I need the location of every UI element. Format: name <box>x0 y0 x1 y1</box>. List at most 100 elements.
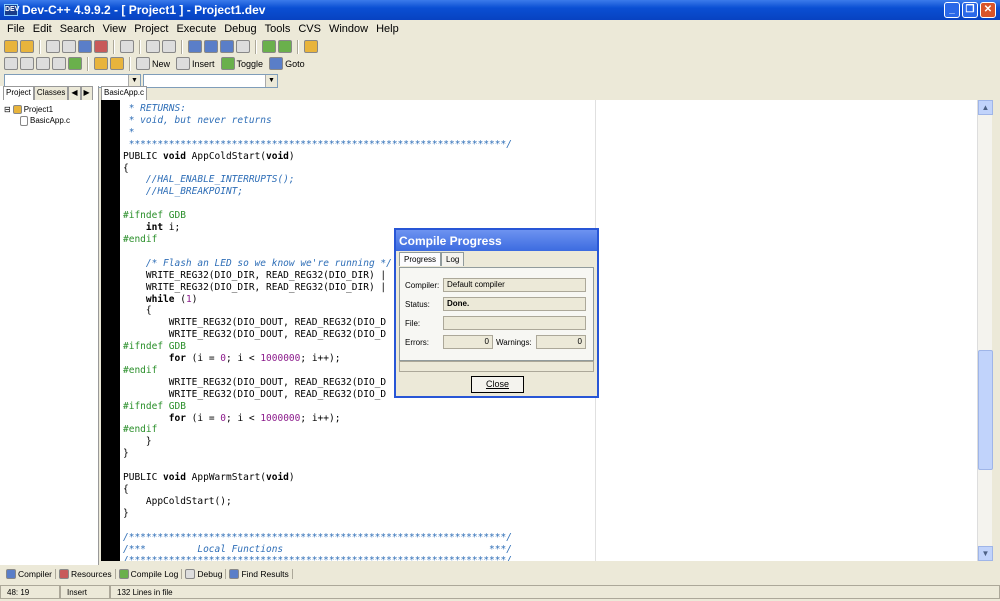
menu-help[interactable]: Help <box>372 23 403 35</box>
find-next-icon[interactable] <box>220 40 234 53</box>
errors-value: 0 <box>443 335 493 349</box>
tab-log[interactable]: Log <box>441 252 465 266</box>
status-value: Done. <box>443 297 586 311</box>
redo-icon[interactable] <box>162 40 176 53</box>
tab-project[interactable]: Project <box>3 86 34 100</box>
undo-icon[interactable] <box>146 40 160 53</box>
errors-label: Errors: <box>405 337 429 347</box>
menu-window[interactable]: Window <box>325 23 372 35</box>
left-tabs: Project Classes ◀ ▶ <box>3 86 93 100</box>
compile-log-icon <box>118 569 129 579</box>
menu-debug[interactable]: Debug <box>220 23 260 35</box>
status-label: Status: <box>405 299 430 309</box>
menu-search[interactable]: Search <box>56 23 99 35</box>
status-bar: 48: 19 Insert 132 Lines in file <box>0 585 1000 601</box>
toggle-button[interactable]: Toggle <box>220 57 264 70</box>
menu-cvs[interactable]: CVS <box>294 23 325 35</box>
tab-basicapp[interactable]: BasicApp.c <box>101 86 148 100</box>
open-file-icon[interactable] <box>20 40 34 53</box>
about-icon[interactable] <box>110 57 124 70</box>
status-mode: Insert <box>60 585 110 599</box>
menu-execute[interactable]: Execute <box>172 23 220 35</box>
secondary-toolbar: New Insert Toggle Goto <box>0 55 309 72</box>
dialog-title: Compile Progress <box>396 230 597 251</box>
scroll-thumb[interactable] <box>978 350 993 470</box>
help-icon[interactable] <box>94 57 108 70</box>
close-window-button[interactable]: ✕ <box>980 2 996 18</box>
compile-icon[interactable] <box>4 57 18 70</box>
toggle-icon <box>220 57 235 70</box>
member-combo[interactable]: ▼ <box>143 73 278 88</box>
minimize-button[interactable]: _ <box>944 2 960 18</box>
project-panel <box>0 86 99 565</box>
menu-edit[interactable]: Edit <box>29 23 56 35</box>
remove-from-project-icon[interactable] <box>278 40 292 53</box>
project-name: Project1 <box>23 105 54 114</box>
menu-project[interactable]: Project <box>130 23 172 35</box>
app-icon: DEV <box>4 4 19 16</box>
window-title: Dev-C++ 4.9.9.2 - [ Project1 ] - Project… <box>22 3 266 17</box>
scroll-up-icon[interactable]: ▲ <box>978 100 993 115</box>
project-options-icon[interactable] <box>304 40 318 53</box>
compile-run-icon[interactable] <box>36 57 50 70</box>
insert-label: Insert <box>192 58 215 69</box>
goto-icon <box>269 57 284 70</box>
file-label: File: <box>405 318 421 328</box>
editor-tabs: BasicApp.c <box>101 86 148 100</box>
compiler-label: Compiler: <box>405 280 440 290</box>
resources-icon <box>59 569 70 579</box>
menu-bar: File Edit Search View Project Execute De… <box>0 20 1000 37</box>
tab-compile-log[interactable]: Compile Log <box>116 569 183 579</box>
tab-find-results[interactable]: Find Results <box>226 569 293 579</box>
tab-debug[interactable]: Debug <box>182 569 227 579</box>
project-tree: ⊟ Project1 BasicApp.c <box>4 104 70 126</box>
editor-gutter <box>101 100 120 561</box>
insert-button[interactable]: Insert <box>176 57 215 70</box>
print-icon[interactable] <box>120 40 134 53</box>
new-button[interactable]: New <box>136 57 170 70</box>
close-file-icon[interactable] <box>94 40 108 53</box>
new-file-icon[interactable] <box>46 40 60 53</box>
close-button[interactable]: Close <box>471 376 524 393</box>
menu-tools[interactable]: Tools <box>261 23 295 35</box>
debug-icon[interactable] <box>68 57 82 70</box>
find-icon[interactable] <box>188 40 202 53</box>
tree-item-project[interactable]: ⊟ Project1 <box>4 104 70 115</box>
add-to-project-icon[interactable] <box>262 40 276 53</box>
rebuild-icon[interactable] <box>52 57 66 70</box>
run-icon[interactable] <box>20 57 34 70</box>
new-icon <box>136 57 150 70</box>
menu-view[interactable]: View <box>99 23 131 35</box>
toggle-label: Toggle <box>236 58 264 69</box>
progress-bar <box>399 361 594 372</box>
save-icon[interactable] <box>62 40 76 53</box>
open-project-icon[interactable] <box>4 40 18 53</box>
tree-item-file[interactable]: BasicApp.c <box>4 115 70 126</box>
menu-file[interactable]: File <box>3 23 29 35</box>
goto-line-icon[interactable] <box>236 40 250 53</box>
scroll-down-icon[interactable]: ▼ <box>978 546 993 561</box>
warnings-label: Warnings: <box>496 337 532 347</box>
replace-icon[interactable] <box>204 40 218 53</box>
goto-button[interactable]: Goto <box>269 57 305 70</box>
file-icon <box>20 115 28 126</box>
find-results-icon <box>229 569 240 579</box>
progress-panel: Compiler: Default compiler Status: Done. F… <box>399 267 594 361</box>
tab-next-arrow[interactable]: ▶ <box>80 86 93 100</box>
collapse-icon[interactable]: ⊟ <box>4 105 11 114</box>
tab-classes[interactable]: Classes <box>33 86 69 100</box>
compiler-icon <box>6 569 16 579</box>
editor-vscroll[interactable]: ▲ ▼ <box>977 100 993 561</box>
save-all-icon[interactable] <box>78 40 92 53</box>
tab-resources[interactable]: Resources <box>56 569 116 579</box>
goto-label: Goto <box>285 58 305 69</box>
insert-icon <box>176 57 191 70</box>
compile-progress-dialog: Compile Progress Progress Log Compiler: D… <box>394 228 599 398</box>
chevron-down-icon: ▼ <box>265 74 277 87</box>
tab-prev-arrow[interactable]: ◀ <box>68 86 81 100</box>
status-lines: 132 Lines in file <box>110 585 1000 599</box>
tab-progress[interactable]: Progress <box>399 252 442 266</box>
maximize-button[interactable]: ❐ <box>962 2 978 18</box>
chevron-down-icon: ▼ <box>128 74 140 87</box>
tab-compiler[interactable]: Compiler <box>3 569 57 579</box>
